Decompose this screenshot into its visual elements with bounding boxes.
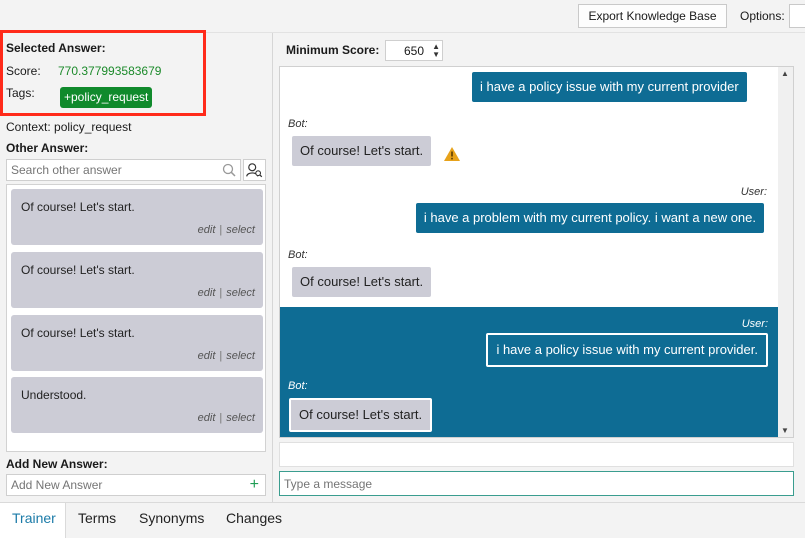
tags-label: Tags: [6, 86, 35, 100]
select-link[interactable]: select [226, 287, 255, 299]
answer-card[interactable]: Of course! Let's start. edit | select [11, 315, 263, 371]
selected-answer-title: Selected Answer: [6, 41, 106, 55]
chat-footer-strip [279, 442, 794, 467]
answer-actions: edit | select [198, 224, 255, 236]
answer-card[interactable]: Of course! Let's start. edit | select [11, 252, 263, 308]
user-role-label: User: [741, 318, 768, 330]
answer-text: Of course! Let's start. [21, 200, 135, 214]
tag-badge[interactable]: +policy_request [60, 87, 153, 108]
tab-changes[interactable]: Changes [226, 510, 282, 526]
search-other-answer-field[interactable] [6, 159, 241, 181]
options-dropdown[interactable] [789, 4, 805, 28]
answer-actions: edit | select [198, 350, 255, 362]
user-message-bubble[interactable]: i have a policy issue with my current pr… [486, 333, 768, 367]
minimum-score-value[interactable]: 650 [404, 44, 424, 58]
user-search-icon [246, 163, 263, 178]
spin-down-icon[interactable]: ▼ [432, 51, 440, 59]
edit-link[interactable]: edit [198, 287, 216, 299]
edit-link[interactable]: edit [198, 350, 216, 362]
select-link[interactable]: select [226, 224, 255, 236]
warning-icon[interactable] [443, 146, 461, 162]
message-input[interactable] [280, 472, 780, 495]
score-label: Score: [6, 64, 41, 78]
scroll-up-icon[interactable]: ▲ [781, 69, 789, 78]
user-message-bubble[interactable]: i have a policy issue with my current pr… [472, 72, 747, 102]
add-answer-plus-icon[interactable]: + [250, 476, 259, 494]
user-message-bubble[interactable]: i have a problem with my current policy.… [415, 203, 764, 233]
bot-role-label: Bot: [288, 249, 308, 261]
action-separator: | [219, 412, 223, 424]
user-role-label: User: [740, 186, 767, 198]
answer-card[interactable]: Of course! Let's start. edit | select [11, 189, 263, 245]
options-label: Options: [740, 9, 785, 23]
action-separator: | [219, 350, 223, 362]
answer-text: Of course! Let's start. [21, 263, 135, 277]
selected-exchange[interactable]: User: i have a policy issue with my curr… [280, 307, 778, 437]
top-toolbar: Export Knowledge Base Options: [0, 0, 805, 33]
chat-scrollbar[interactable]: ▲ ▼ [778, 67, 793, 437]
answer-text: Understood. [21, 388, 87, 402]
other-answers-list: Of course! Let's start. edit | select Of c… [6, 184, 266, 452]
select-link[interactable]: select [226, 350, 255, 362]
search-other-answer-input[interactable] [7, 160, 217, 180]
bot-message-bubble[interactable]: Of course! Let's start. [292, 136, 432, 166]
context-label: Context: policy_request [6, 120, 132, 134]
add-new-answer-input[interactable] [7, 475, 237, 495]
scroll-down-icon[interactable]: ▼ [781, 426, 789, 435]
score-value: 770.377993583679 [58, 64, 162, 78]
bot-message-bubble[interactable]: Of course! Let's start. [292, 267, 432, 297]
answer-card[interactable]: Understood. edit | select [11, 377, 263, 433]
add-new-answer-field[interactable]: + [6, 474, 266, 496]
edit-link[interactable]: edit [198, 412, 216, 424]
answer-actions: edit | select [198, 412, 255, 424]
tab-terms[interactable]: Terms [78, 510, 116, 526]
bottom-tab-bar: Trainer Terms Synonyms Changes [0, 502, 805, 538]
user-search-button[interactable] [243, 159, 266, 181]
edit-link[interactable]: edit [198, 224, 216, 236]
message-field[interactable] [279, 471, 794, 496]
select-link[interactable]: select [226, 412, 255, 424]
panel-divider[interactable] [272, 33, 273, 502]
other-answer-title: Other Answer: [6, 141, 89, 155]
tab-synonyms[interactable]: Synonyms [139, 510, 204, 526]
bot-role-label: Bot: [288, 380, 308, 392]
answer-actions: edit | select [198, 287, 255, 299]
chat-transcript: i have a policy issue with my current pr… [279, 66, 794, 438]
add-new-answer-title: Add New Answer: [6, 457, 108, 471]
minimum-score-label: Minimum Score: [286, 43, 380, 57]
bot-message-bubble[interactable]: Of course! Let's start. [289, 398, 433, 432]
answer-text: Of course! Let's start. [21, 326, 135, 340]
action-separator: | [219, 224, 223, 236]
bot-role-label: Bot: [288, 118, 308, 130]
minimum-score-stepper[interactable]: 650 ▲ ▼ [385, 40, 443, 61]
search-icon[interactable] [222, 163, 236, 177]
action-separator: | [219, 287, 223, 299]
tab-trainer[interactable]: Trainer [12, 510, 56, 526]
export-knowledge-base-button[interactable]: Export Knowledge Base [578, 4, 727, 28]
